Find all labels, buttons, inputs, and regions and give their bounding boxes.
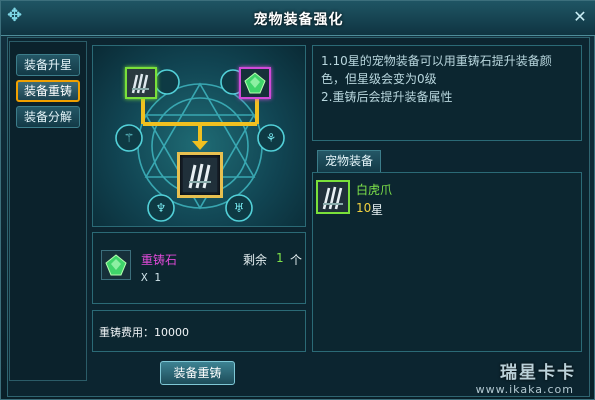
recast-stone-slot[interactable]: [239, 67, 271, 99]
titlebar[interactable]: ✥ 宠物装备强化 ✕: [1, 1, 595, 36]
remaining-value: 1: [276, 251, 284, 265]
pet-equipment-enhance-window: ✥ 宠物装备强化 ✕ 装备升星 装备重铸 装备分解 ⚚ ⚘ ♆ ♅ 重铸石 X …: [0, 0, 595, 400]
gem-icon: [241, 69, 269, 97]
close-icon[interactable]: ✕: [570, 7, 590, 27]
window-title: 宠物装备强化: [253, 12, 344, 28]
pet-equipment-list: 白虎爪 10 星: [312, 172, 582, 352]
source-equipment-slot[interactable]: [125, 67, 157, 99]
gem-icon: [105, 254, 127, 276]
recast-description: 1.10星的宠物装备可以用重铸石提升装备颜 色，但星级会变为0级 2.重铸后会提…: [312, 45, 582, 141]
recast-button[interactable]: 装备重铸: [160, 361, 235, 385]
svg-text:⚘: ⚘: [266, 131, 277, 145]
stone-quantity: X 1: [141, 271, 161, 284]
claw-icon: [322, 186, 343, 210]
watermark-logo: 瑞星卡卡: [500, 363, 576, 383]
stone-name: 重铸石: [141, 253, 178, 267]
recast-cost-panel: 重铸费用：10000: [92, 310, 306, 352]
description-line: 1.10星的宠物装备可以用重铸石提升装备颜: [321, 54, 552, 68]
claw-icon: [183, 158, 217, 192]
tab-decompose[interactable]: 装备分解: [16, 106, 80, 128]
watermark-url: www.ikaka.com: [475, 383, 574, 396]
tab-upgrade-star[interactable]: 装备升星: [16, 54, 80, 76]
recast-magic-circle: ⚚ ⚘ ♆ ♅: [92, 45, 306, 227]
list-item[interactable]: 白虎爪 10 星: [316, 178, 580, 218]
equipment-slot: [316, 180, 350, 214]
result-equipment-slot[interactable]: [177, 152, 223, 198]
svg-text:♅: ♅: [234, 201, 245, 215]
remaining-label: 剩余: [243, 253, 268, 267]
tab-column: 装备升星 装备重铸 装备分解: [9, 41, 87, 381]
description-line: 2.重铸后会提升装备属性: [321, 90, 453, 104]
claw-icon: [127, 69, 155, 97]
description-line: 色，但星级会变为0级: [321, 72, 437, 86]
recast-cost-label: 重铸费用：10000: [99, 326, 189, 339]
equipment-stars-unit: 星: [371, 203, 384, 217]
stone-item-slot[interactable]: [101, 250, 131, 280]
remaining-unit: 个: [290, 253, 303, 267]
equipment-stars-value: 10: [356, 201, 372, 215]
tab-pet-equipment[interactable]: 宠物装备: [317, 150, 381, 172]
svg-text:⚚: ⚚: [124, 131, 135, 145]
svg-text:♆: ♆: [156, 201, 167, 215]
recast-stone-panel: 重铸石 X 1 剩余 1 个: [92, 232, 306, 304]
equipment-name: 白虎爪: [356, 183, 393, 197]
tab-recast[interactable]: 装备重铸: [16, 80, 80, 102]
